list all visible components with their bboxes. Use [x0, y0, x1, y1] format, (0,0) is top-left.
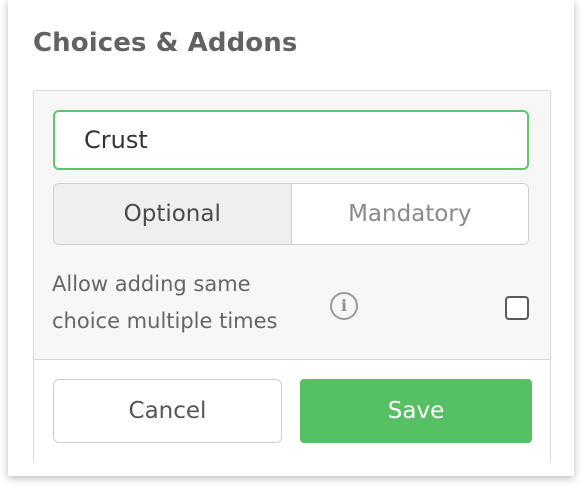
toggle-optional-button[interactable]: Optional: [54, 184, 292, 244]
choices-addons-card: Choices & Addons Optional Mandatory Allo…: [8, 0, 574, 476]
save-button[interactable]: Save: [300, 379, 532, 443]
group-name-input[interactable]: [53, 110, 529, 170]
choice-group-panel: Optional Mandatory Allow adding same cho…: [33, 90, 551, 463]
cancel-button[interactable]: Cancel: [53, 379, 282, 443]
info-icon[interactable]: i: [330, 292, 358, 320]
requirement-toggle: Optional Mandatory: [53, 183, 529, 245]
page-title: Choices & Addons: [33, 28, 298, 58]
allow-multiple-checkbox[interactable]: [505, 296, 529, 320]
panel-footer: Cancel Save: [34, 359, 550, 463]
allow-multiple-label: Allow adding same choice multiple times: [52, 272, 278, 333]
toggle-mandatory-button[interactable]: Mandatory: [291, 184, 528, 244]
